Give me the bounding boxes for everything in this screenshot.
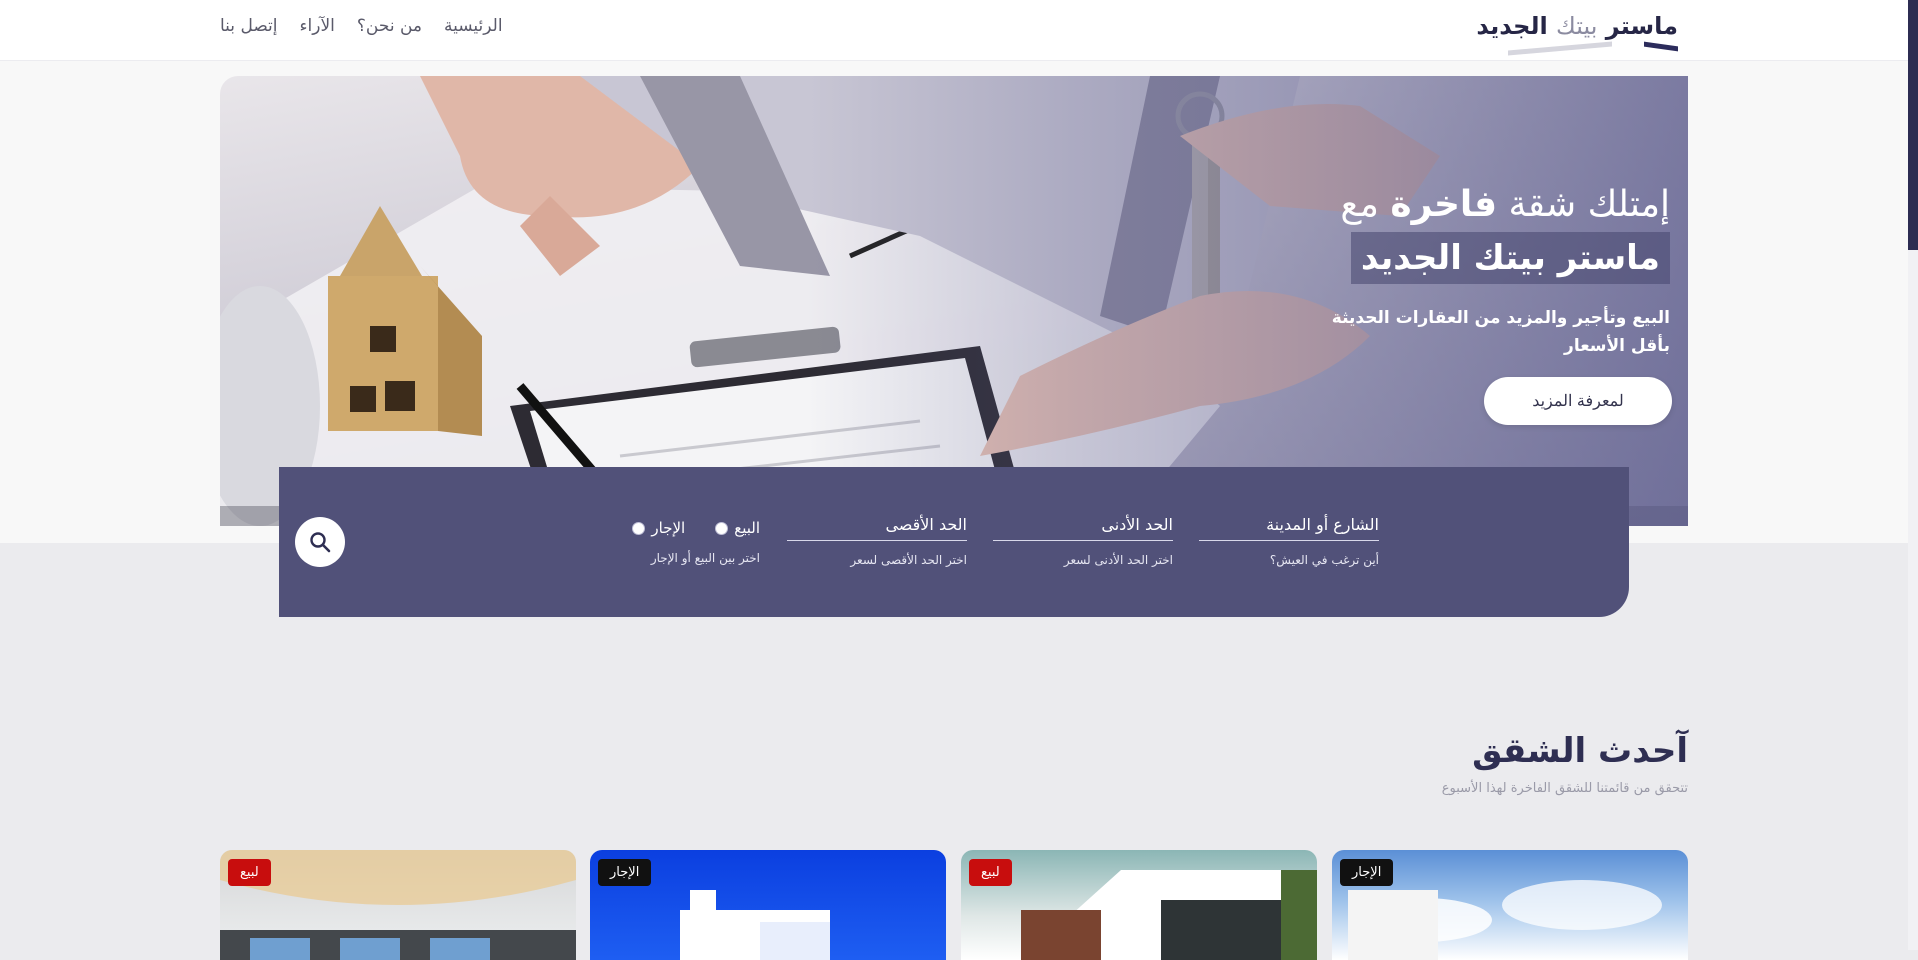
- hero-title-start: إمتلك شقة: [1508, 184, 1670, 225]
- logo-word-master: ماستر: [1605, 12, 1678, 40]
- location-field-hint: أين ترغب في العيش؟: [1269, 553, 1379, 567]
- logo-accent-stroke: [1644, 41, 1678, 52]
- hero-title: إمتلك شقة فاخرة مع: [1340, 184, 1670, 225]
- radio-rent-label: الإجار: [651, 519, 686, 537]
- apartment-card[interactable]: لبيع: [220, 850, 576, 960]
- scrollbar-thumb[interactable]: [1908, 0, 1918, 250]
- max-price-field-hint: اختر الحد الأقصى لسعر: [850, 553, 967, 567]
- learn-more-button[interactable]: لمعرفة المزيد: [1484, 377, 1672, 425]
- hero-banner: إمتلك شقة فاخرة مع ماستر بيتك الجديد الب…: [220, 76, 1688, 526]
- radio-rent-circle[interactable]: [632, 521, 646, 535]
- property-search-panel: الشارع أو المدينة أين ترغب في العيش؟ الح…: [279, 467, 1629, 617]
- hero-brand-highlight: ماستر بيتك الجديد: [1350, 232, 1670, 284]
- logo-word-home: بيتك: [1556, 12, 1598, 40]
- nav-item-home[interactable]: الرئيسية: [444, 16, 503, 36]
- search-field-min-price[interactable]: الحد الأدنى اختر الحد الأدنى لسعر: [993, 515, 1173, 567]
- logo-accent-stroke-light: [1508, 41, 1612, 56]
- search-button[interactable]: [295, 517, 345, 567]
- rent-badge: الإجار: [1340, 859, 1394, 886]
- nav-item-contact[interactable]: إتصل بنا: [220, 16, 278, 36]
- top-navbar: ماستر بيتك الجديد الرئيسية من نحن؟ الآرا…: [0, 0, 1908, 61]
- min-price-field-label: الحد الأدنى: [993, 515, 1173, 541]
- main-nav: الرئيسية من نحن؟ الآراء إتصل بنا: [220, 16, 503, 36]
- radio-option-rent[interactable]: الإجار: [632, 519, 685, 537]
- radio-sale-label: البيع: [734, 519, 760, 537]
- hero-subtitle: البيع وتأجير والمزيد من العقارات الحديثة…: [1331, 308, 1670, 356]
- min-price-field-hint: اختر الحد الأدنى لسعر: [1063, 553, 1173, 567]
- hero-title-end: مع: [1340, 184, 1379, 225]
- page-scrollbar[interactable]: [1908, 0, 1918, 950]
- hero-title-bold: فاخرة: [1390, 184, 1498, 225]
- latest-apartments-subtitle: تتحقق من قائمتنا للشقق الفاخرة لهذا الأس…: [1441, 781, 1688, 796]
- nav-item-testimonials[interactable]: الآراء: [300, 16, 335, 36]
- rent-badge: الإجار: [598, 859, 652, 886]
- radio-option-sale[interactable]: البيع: [715, 519, 760, 537]
- apartment-photo: [220, 850, 576, 960]
- sale-badge: لبيع: [228, 859, 271, 886]
- hero-tint-overlay: [807, 76, 1688, 526]
- site-logo[interactable]: ماستر بيتك الجديد: [1476, 12, 1678, 40]
- apartment-photo: [1021, 870, 1317, 960]
- max-price-field-label: الحد الأقصى: [787, 515, 967, 541]
- apartment-card[interactable]: لبيع: [961, 850, 1317, 960]
- deal-type-hint: اختر بين البيع أو الإجار: [650, 551, 760, 565]
- search-field-max-price[interactable]: الحد الأقصى اختر الحد الأقصى لسعر: [787, 515, 967, 567]
- logo-word-new: الجديد: [1476, 12, 1548, 40]
- search-icon: [310, 532, 331, 553]
- sale-badge: لبيع: [969, 859, 1012, 886]
- apartment-card[interactable]: الإجار: [590, 850, 946, 960]
- nav-item-about[interactable]: من نحن؟: [357, 16, 422, 36]
- location-field-label: الشارع أو المدينة: [1199, 515, 1379, 541]
- deal-type-radio-group: البيع الإجار اختر بين البيع أو الإجار: [600, 519, 760, 565]
- search-field-location[interactable]: الشارع أو المدينة أين ترغب في العيش؟: [1199, 515, 1379, 567]
- radio-sale-circle[interactable]: [715, 521, 729, 535]
- apartment-card[interactable]: الإجار: [1332, 850, 1688, 960]
- latest-apartments-title: آحدث الشقق: [1472, 731, 1688, 771]
